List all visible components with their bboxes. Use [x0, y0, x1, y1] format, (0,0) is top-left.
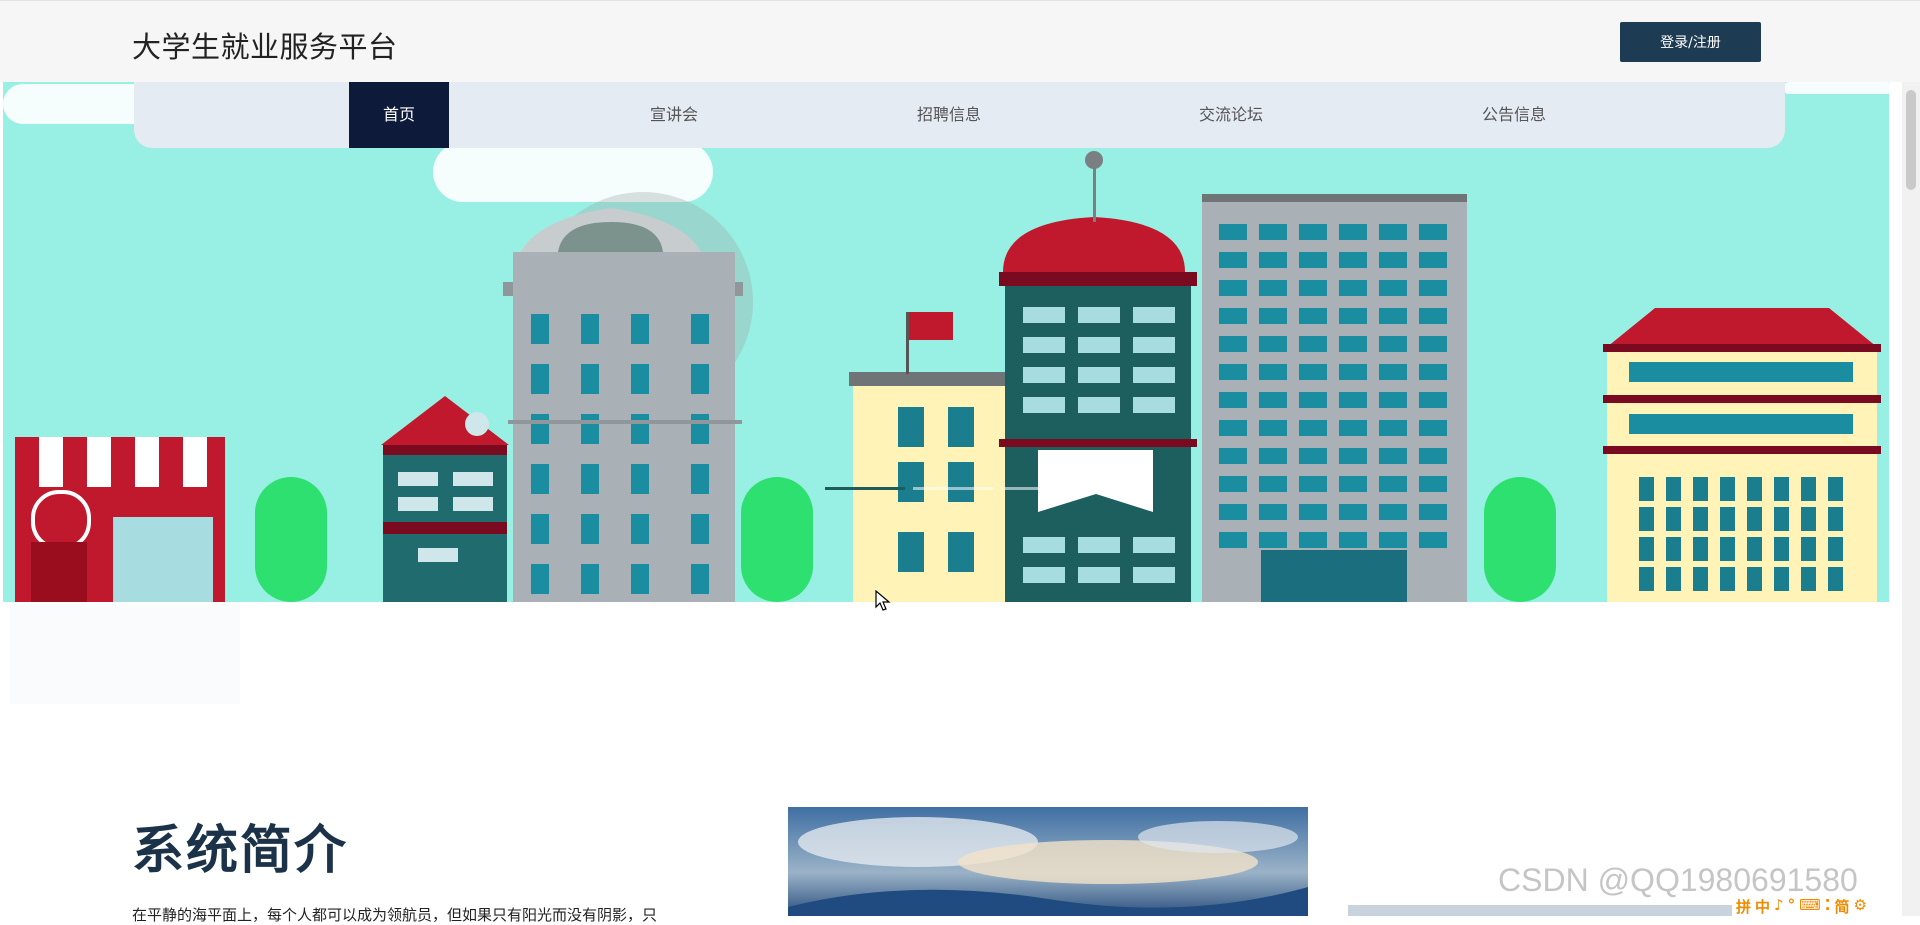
ime-punctuation-icon[interactable]: ° [1788, 896, 1796, 916]
scrollbar-thumb[interactable] [1906, 90, 1916, 190]
main-nav: 首页 宣讲会 招聘信息 交流论坛 公告信息 [134, 82, 1785, 148]
login-register-button[interactable]: 登录/注册 [1620, 22, 1761, 62]
ime-chinese-mode-icon[interactable]: 中 [1755, 896, 1770, 916]
ime-moon-icon[interactable]: ♪ [1774, 896, 1784, 916]
intro-photo [788, 807, 1308, 916]
csdn-watermark: CSDN @QQ1980691580 [1498, 862, 1858, 898]
top-header: 大学生就业服务平台 登录/注册 [0, 0, 1920, 82]
carousel-indicators[interactable] [825, 487, 1085, 491]
hero-banner-carousel[interactable] [3, 82, 1889, 602]
carousel-indicator-3[interactable] [1001, 487, 1081, 490]
nav-item-presentations[interactable]: 宣讲会 [609, 82, 739, 148]
nav-item-home[interactable]: 首页 [349, 82, 449, 148]
carousel-indicator-2[interactable] [913, 487, 993, 490]
ime-settings-icon[interactable]: ⚙ [1853, 896, 1866, 916]
intro-title: 系统简介 [132, 821, 349, 881]
ime-toolbar[interactable]: 拼 中 ♪ ° ⌨ ⁚ 简 ⚙ [1736, 896, 1867, 916]
site-title[interactable]: 大学生就业服务平台 [132, 24, 398, 66]
ime-icon[interactable]: 拼 [1736, 896, 1751, 916]
nav-item-jobs[interactable]: 招聘信息 [884, 82, 1014, 148]
page-scrollbar[interactable] [1902, 82, 1920, 916]
placeholder-block [10, 604, 240, 704]
mouse-cursor-icon [875, 590, 891, 611]
intro-text: 在平静的海平面上，每个人都可以成为领航员，但如果只有阳光而没有阴影，只 [132, 906, 658, 924]
carousel-indicator-1[interactable] [825, 487, 905, 490]
city-illustration [3, 82, 1889, 602]
ime-keyboard-icon[interactable]: ⌨ [1799, 896, 1821, 916]
nav-item-announcements[interactable]: 公告信息 [1449, 82, 1579, 148]
ime-user-icon[interactable]: ⁚ [1825, 896, 1831, 916]
ime-simplified-icon[interactable]: 简 [1834, 896, 1849, 916]
nav-item-forum[interactable]: 交流论坛 [1166, 82, 1296, 148]
secondary-photo [1348, 905, 1732, 916]
